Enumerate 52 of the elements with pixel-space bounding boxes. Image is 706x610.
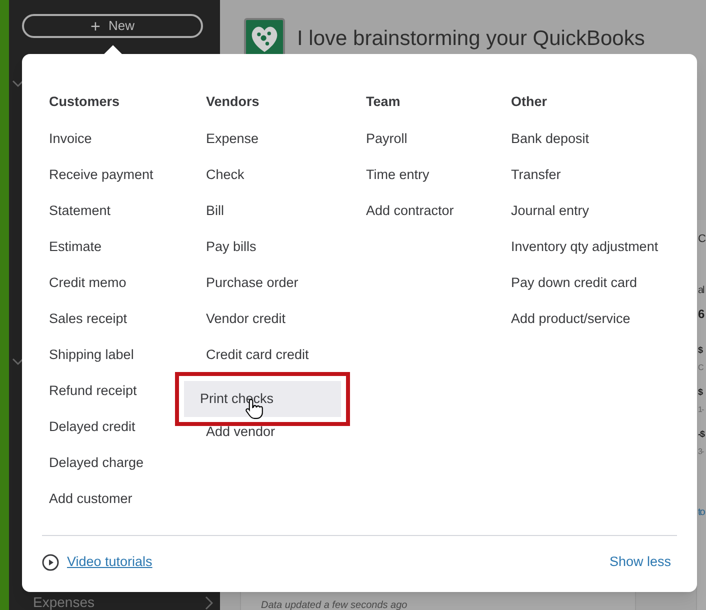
menu-item[interactable]: Bank deposit [511, 121, 590, 157]
page-title: I love brainstorming your QuickBooks [297, 26, 645, 52]
new-button[interactable]: + New [22, 14, 203, 38]
menu-item[interactable]: Statement [49, 193, 111, 229]
card-value: 6 [698, 308, 705, 323]
show-less-link[interactable]: Show less [609, 552, 671, 573]
card-note: 1- [698, 406, 704, 416]
amount-text: $ [698, 388, 702, 399]
column-heading: Team [366, 93, 402, 111]
menu-item[interactable]: Add product/service [511, 301, 630, 337]
chevron-icon [12, 80, 24, 88]
chevron-icon [12, 358, 24, 366]
chevron-icon [205, 596, 213, 610]
menu-item[interactable]: Vendor credit [206, 301, 286, 337]
menu-item[interactable]: Inventory qty adjustment [511, 229, 658, 265]
menu-item[interactable]: Print checks [184, 381, 341, 417]
menu-item[interactable]: Refund receipt [49, 373, 137, 409]
menu-item[interactable]: Pay bills [206, 229, 256, 265]
update-note: Data updated a few seconds ago [261, 599, 408, 610]
menu-item[interactable]: Add customer [49, 481, 132, 517]
play-icon [42, 554, 59, 571]
amount-text: -$ [698, 430, 704, 441]
menu-item[interactable]: Delayed charge [49, 445, 144, 481]
menu-item[interactable]: Invoice [49, 121, 92, 157]
menu-item[interactable]: Check [206, 157, 244, 193]
menu-item[interactable]: Bill [206, 193, 224, 229]
column-heading: Customers [49, 93, 121, 111]
menu-item[interactable]: Credit memo [49, 265, 126, 301]
menu-item[interactable]: Expense [206, 121, 259, 157]
column-heading: Vendors [206, 93, 260, 111]
menu-item[interactable]: Purchase order [206, 265, 298, 301]
menu-item[interactable]: Payroll [366, 121, 408, 157]
menu-item[interactable]: Journal entry [511, 193, 590, 229]
card-note: 3- [698, 448, 704, 458]
video-tutorials-link[interactable]: Video tutorials [67, 552, 152, 573]
plus-icon: + [90, 18, 100, 34]
card-note: C [698, 364, 703, 374]
menu-item[interactable]: Add contractor [366, 193, 454, 229]
menu-item[interactable]: Pay down credit card [511, 265, 638, 301]
column-heading: Other [511, 93, 548, 111]
menu-item[interactable]: Time entry [366, 157, 430, 193]
card-title: C [698, 234, 706, 247]
menu-item[interactable]: Shipping label [49, 337, 134, 373]
amount-text: $ [698, 346, 702, 357]
menu-item[interactable]: Transfer [511, 157, 561, 193]
menu-item[interactable]: Sales receipt [49, 301, 128, 337]
menu-item[interactable]: Estimate [49, 229, 102, 265]
card-label: al [698, 286, 704, 298]
menu-item[interactable]: Credit card credit [206, 337, 309, 373]
menu-item[interactable]: Receive payment [49, 157, 154, 193]
menu-item[interactable]: Delayed credit [49, 409, 136, 445]
sidebar-item[interactable]: Expenses [33, 592, 94, 610]
